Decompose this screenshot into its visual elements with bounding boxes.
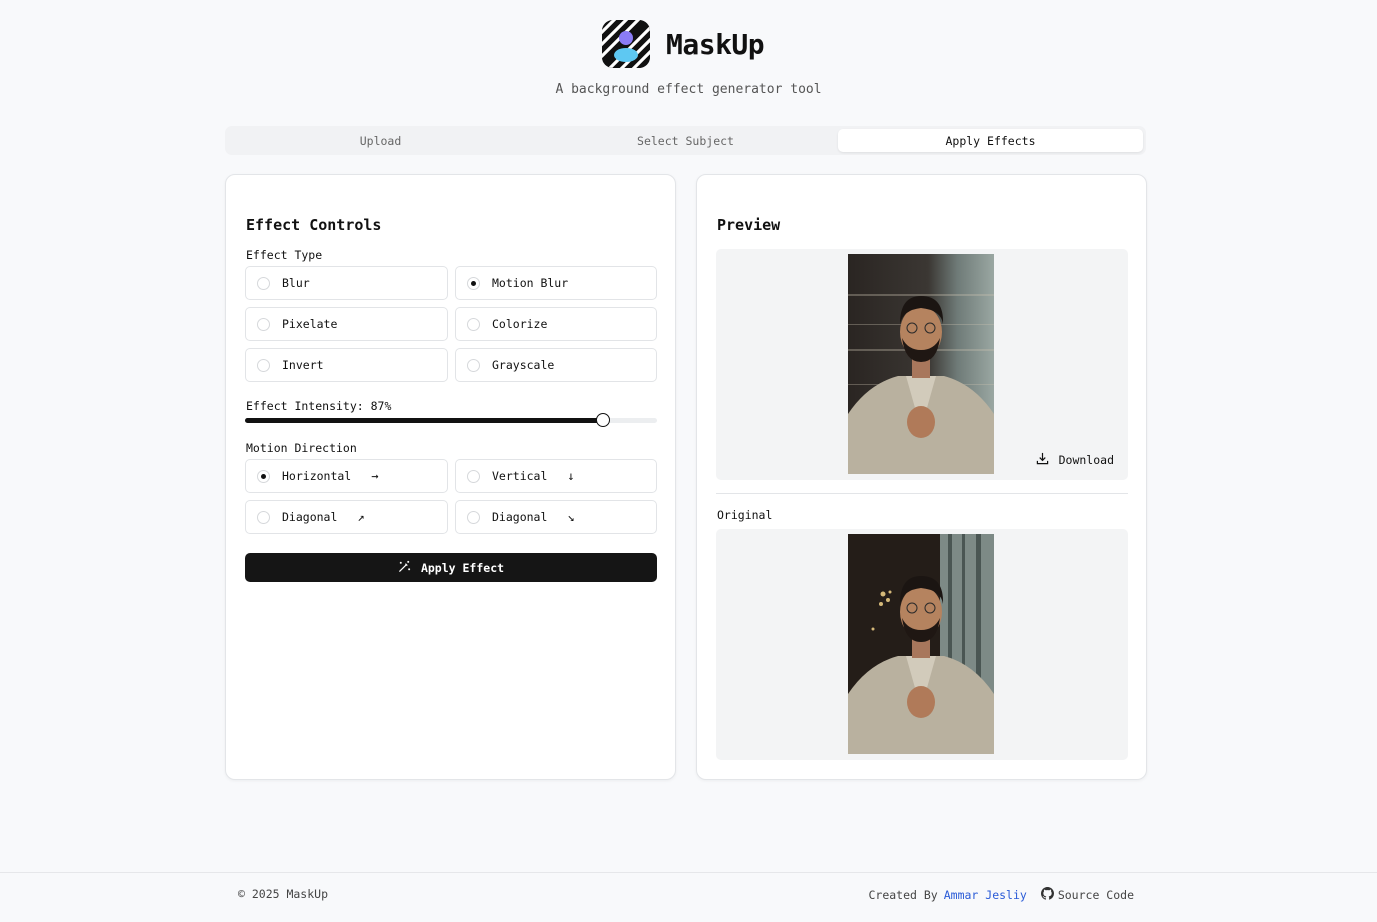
radio-diagonal-down[interactable] [467, 510, 480, 524]
option-label: Grayscale [492, 358, 555, 372]
intensity-slider[interactable] [245, 413, 657, 427]
intensity-slider-fill [245, 418, 604, 423]
effect-option-colorize[interactable]: Colorize [455, 307, 657, 341]
arrow-up-right-icon: ↗ [357, 510, 365, 524]
github-icon [1040, 887, 1054, 903]
option-label: Vertical [492, 469, 548, 483]
radio-invert[interactable] [257, 358, 270, 372]
option-label: Diagonal [282, 510, 338, 524]
apply-effect-label: Apply Effect [420, 560, 505, 575]
effect-controls-title: Effect Controls [246, 216, 382, 234]
brand: MaskUp [602, 20, 765, 68]
direction-option-horizontal[interactable]: Horizontal → [245, 459, 448, 493]
source-code-link[interactable]: Source Code [1040, 887, 1134, 903]
radio-horizontal[interactable] [257, 469, 270, 483]
motion-direction-options: Horizontal → Vertical ↓ Diagonal ↗ Diago… [245, 459, 657, 534]
intensity-slider-thumb[interactable] [596, 413, 611, 427]
effect-type-label: Effect Type [246, 248, 323, 262]
magic-wand-icon [398, 560, 411, 576]
radio-motion-blur[interactable] [467, 276, 480, 290]
effect-option-pixelate[interactable]: Pixelate [245, 307, 448, 341]
option-label: Horizontal [282, 469, 352, 483]
download-button[interactable]: Download [1036, 452, 1114, 468]
preview-image [848, 254, 994, 474]
arrow-down-right-icon: ↘ [567, 510, 575, 524]
option-label: Motion Blur [492, 276, 569, 290]
radio-pixelate[interactable] [257, 317, 270, 331]
preview-title: Preview [717, 216, 781, 234]
created-by-label: Created By [868, 888, 938, 902]
effect-option-blur[interactable]: Blur [245, 266, 448, 300]
step-tabs: Upload Select Subject Apply Effects [225, 126, 1146, 155]
arrow-right-icon: → [371, 469, 379, 483]
download-label: Download [1058, 453, 1114, 467]
arrow-down-icon: ↓ [567, 469, 575, 483]
effect-option-motion-blur[interactable]: Motion Blur [455, 266, 657, 300]
intensity-label: Effect Intensity: 87% [246, 399, 392, 413]
app-title: MaskUp [666, 27, 765, 61]
tab-apply-effects[interactable]: Apply Effects [838, 129, 1143, 152]
preview-image-container: Download [716, 249, 1128, 480]
direction-option-vertical[interactable]: Vertical ↓ [455, 459, 657, 493]
original-label: Original [717, 508, 773, 522]
divider [716, 493, 1128, 494]
radio-diagonal-up[interactable] [257, 510, 270, 524]
radio-grayscale[interactable] [467, 358, 480, 372]
preview-card: Preview Download Original [696, 174, 1147, 780]
radio-blur[interactable] [257, 276, 270, 290]
effect-option-grayscale[interactable]: Grayscale [455, 348, 657, 382]
effect-controls-card: Effect Controls Effect Type Blur Motion … [225, 174, 676, 780]
motion-direction-label: Motion Direction [246, 441, 357, 455]
direction-option-diagonal-up[interactable]: Diagonal ↗ [245, 500, 448, 534]
tab-upload[interactable]: Upload [228, 129, 533, 152]
logo-icon [602, 20, 650, 68]
option-label: Blur [282, 276, 310, 290]
option-label: Invert [282, 358, 324, 372]
radio-vertical[interactable] [467, 469, 480, 483]
source-code-label: Source Code [1057, 888, 1134, 902]
apply-effect-button[interactable]: Apply Effect [245, 553, 657, 582]
header: MaskUp A background effect generator too… [0, 0, 1377, 120]
radio-colorize[interactable] [467, 317, 480, 331]
original-image-container [716, 529, 1128, 760]
effect-option-invert[interactable]: Invert [245, 348, 448, 382]
direction-option-diagonal-down[interactable]: Diagonal ↘ [455, 500, 657, 534]
app-subtitle: A background effect generator tool [555, 82, 822, 97]
original-image [848, 534, 994, 754]
copyright: © 2025 MaskUp [238, 887, 329, 901]
footer: © 2025 MaskUp Created By Ammar Jesliy So… [0, 872, 1377, 922]
credits: Created By Ammar Jesliy Source Code [868, 887, 1134, 903]
effect-type-options: Blur Motion Blur Pixelate Colorize Inver… [245, 266, 657, 382]
author-link[interactable]: Ammar Jesliy [944, 888, 1027, 902]
tab-select-subject[interactable]: Select Subject [533, 129, 838, 152]
option-label: Colorize [492, 317, 548, 331]
download-icon [1036, 452, 1049, 468]
option-label: Diagonal [492, 510, 548, 524]
option-label: Pixelate [282, 317, 338, 331]
